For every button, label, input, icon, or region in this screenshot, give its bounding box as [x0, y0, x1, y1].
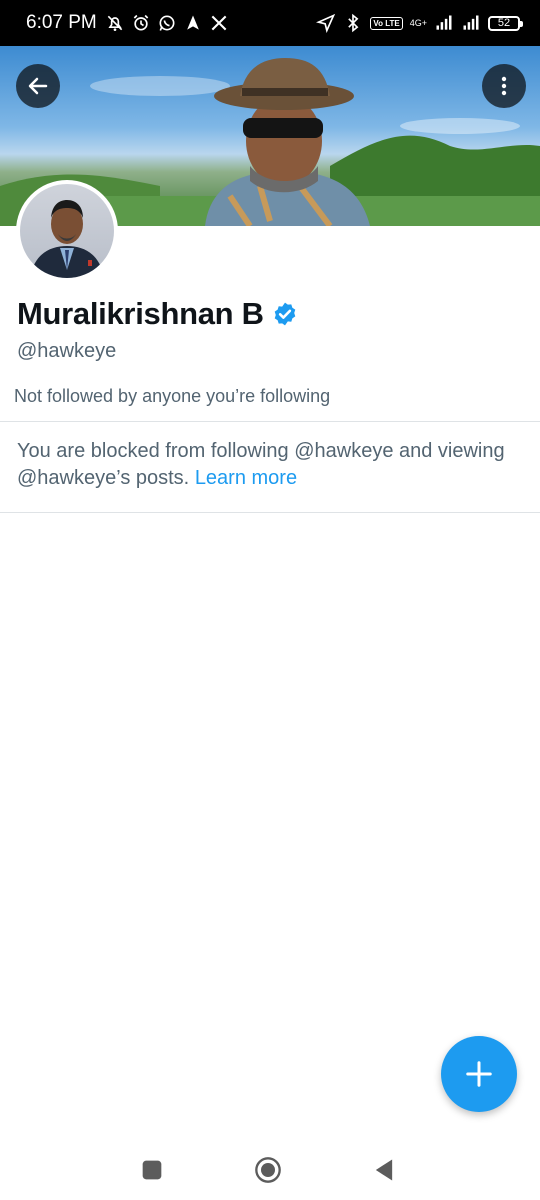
divider	[0, 421, 540, 422]
signal-icon-2	[461, 13, 481, 33]
recents-button[interactable]	[136, 1154, 168, 1186]
back-button[interactable]	[16, 64, 60, 108]
home-icon	[255, 1157, 281, 1183]
back-icon	[375, 1159, 393, 1181]
avatar[interactable]	[16, 180, 118, 282]
status-bar: 6:07 PM Vo LTE 4G+ 52	[0, 0, 540, 46]
plus-icon	[466, 1061, 492, 1087]
whatsapp-icon	[157, 13, 177, 33]
arrow-left-icon	[28, 77, 48, 95]
compose-post-button[interactable]	[441, 1036, 517, 1112]
battery-indicator: 52	[488, 15, 523, 31]
status-right-icons: Vo LTE 4G+ 52	[316, 13, 523, 33]
x-logo-icon	[209, 13, 229, 33]
more-vertical-icon	[501, 76, 507, 96]
volte-icon: Vo LTE	[370, 16, 403, 30]
profile-handle: @hawkeye	[17, 340, 117, 362]
blocked-notice: You are blocked from following @hawkeye …	[17, 438, 522, 492]
banner-person	[205, 58, 370, 226]
verified-badge-icon[interactable]	[272, 301, 298, 327]
system-back-button[interactable]	[368, 1154, 400, 1186]
system-navigation-bar	[0, 1140, 540, 1200]
more-options-button[interactable]	[482, 64, 526, 108]
profile-name-row: Muralikrishnan B	[17, 296, 298, 332]
recents-icon	[142, 1160, 162, 1180]
navigation-icon	[183, 13, 203, 33]
bluetooth-icon	[343, 13, 363, 33]
profile-name: Muralikrishnan B	[17, 296, 264, 331]
divider	[0, 512, 540, 513]
status-left-icons	[105, 13, 229, 33]
followers-you-know: Not followed by anyone you’re following	[14, 386, 331, 406]
signal-icon	[434, 13, 454, 33]
network-type-label: 4G+	[409, 18, 427, 28]
bell-off-icon	[105, 13, 125, 33]
location-arrow-icon	[316, 13, 336, 33]
learn-more-link[interactable]: Learn more	[195, 467, 297, 489]
home-button[interactable]	[252, 1154, 284, 1186]
status-time: 6:07 PM	[26, 12, 97, 33]
avatar-image	[20, 184, 114, 278]
alarm-icon	[131, 13, 151, 33]
